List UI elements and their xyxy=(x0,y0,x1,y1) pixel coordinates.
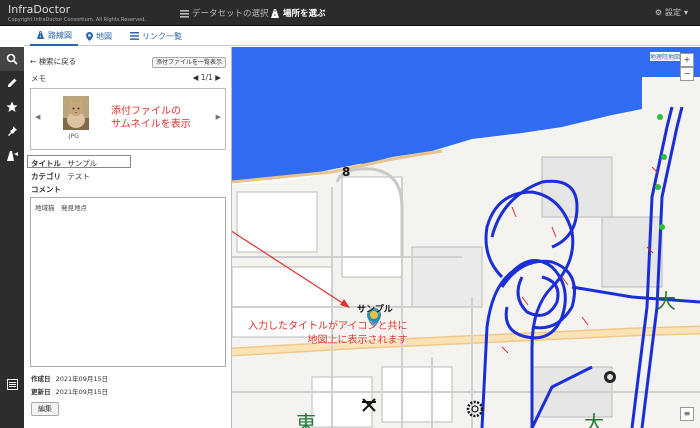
tab-map-label: 地図 xyxy=(96,31,112,41)
updated-value: 2021年09月15日 xyxy=(55,388,109,396)
annotation-map: 入力したタイトルがアイコンと共に 地図上に表示されます xyxy=(248,320,408,348)
back-arrow-icon: ← xyxy=(30,57,37,66)
brand: InfraDoctor Copyright InfraDoctor Consor… xyxy=(8,3,146,23)
created-row: 作成日 2021年09月15日 xyxy=(31,373,108,383)
top-bar: InfraDoctor Copyright InfraDoctor Consor… xyxy=(0,0,700,26)
settings-menu[interactable]: ⚙ 設定 ▾ xyxy=(655,7,688,18)
map-graphics xyxy=(232,47,700,428)
tab-route-map[interactable]: 路線図 xyxy=(30,26,78,46)
side-toolbar xyxy=(0,47,24,428)
detail-panel: ← 検索に戻る 添付ファイルを一覧表示 メモ ◀ 1/1 ▶ ◀ ▶ .JPG … xyxy=(24,47,232,428)
map-kanji-east: 東 xyxy=(296,411,316,428)
annotation-thumbnail-line1: 添付ファイルの xyxy=(111,106,181,117)
map-pin-icon xyxy=(86,31,93,41)
annotation-thumbnail: 添付ファイルの サムネイルを表示 xyxy=(111,105,191,131)
created-value: 2021年09月15日 xyxy=(55,375,109,383)
nav-dataset-label: データセットの選択 xyxy=(192,9,269,19)
annotation-thumbnail-line2: サムネイルを表示 xyxy=(111,119,191,130)
map-kanji-big-2: 大 xyxy=(656,289,676,313)
chevron-right-icon[interactable]: ▶ xyxy=(215,73,221,82)
chevron-left-icon[interactable]: ◀ xyxy=(35,113,40,121)
brand-copyright: Copyright InfraDoctor Consortium. All Ri… xyxy=(8,17,146,23)
memo-label: メモ xyxy=(31,74,46,83)
attachment-thumbnail-box: ◀ ▶ .JPG 添付ファイルの サムネイルを表示 xyxy=(30,88,226,150)
updated-label: 更新日 xyxy=(31,388,51,396)
nav-place[interactable]: 場所を選ぶ xyxy=(270,7,326,19)
attachment-extension: .JPG xyxy=(67,133,79,140)
comment-value: 地域猫 発見地点 xyxy=(35,204,87,212)
list-icon[interactable] xyxy=(0,372,24,396)
title-value: サンプル xyxy=(67,159,98,168)
map-symbol-icon xyxy=(604,371,616,383)
attachment-thumbnail[interactable] xyxy=(63,96,89,130)
map-number-badge: 8 xyxy=(342,165,351,179)
show-attachments-button[interactable]: 添付ファイルを一覧表示 xyxy=(152,57,226,68)
route-icon xyxy=(271,8,279,18)
pager: ◀ 1/1 ▶ xyxy=(193,73,221,82)
comment-box: 地域猫 発見地点 xyxy=(30,197,226,367)
tab-link-list-label: リンク一覧 xyxy=(142,31,182,41)
tab-link-list[interactable]: リンク一覧 xyxy=(124,26,188,46)
map-credit[interactable]: 地理院地図 xyxy=(650,52,681,61)
updated-row: 更新日 2021年09月15日 xyxy=(31,386,108,396)
annotation-map-line1: 入力したタイトルがアイコンと共に xyxy=(248,321,408,332)
zoom-in-button[interactable]: + xyxy=(680,53,694,67)
route-icon[interactable] xyxy=(0,143,24,167)
map-kanji-big: 大 xyxy=(584,411,604,428)
star-icon[interactable] xyxy=(0,95,24,119)
pager-text: 1/1 xyxy=(200,73,213,82)
map-marker-label: サンプル xyxy=(357,305,393,315)
category-label: カテゴリ xyxy=(31,172,61,181)
back-to-search-link[interactable]: ← 検索に戻る xyxy=(30,56,76,67)
tab-map[interactable]: 地図 xyxy=(80,26,118,46)
search-icon[interactable] xyxy=(0,47,24,71)
caret-down-icon: ▾ xyxy=(683,8,688,17)
comment-label: コメント xyxy=(31,185,61,194)
back-label: 検索に戻る xyxy=(38,57,77,66)
layers-button[interactable]: ≡ xyxy=(680,407,694,421)
brand-name: InfraDoctor xyxy=(8,3,71,16)
route-icon xyxy=(36,31,45,39)
created-label: 作成日 xyxy=(31,375,51,383)
chevron-right-icon[interactable]: ▶ xyxy=(216,113,221,121)
tab-bar: 路線図 地図 リンク一覧 xyxy=(24,26,700,46)
map-canvas[interactable]: 東 大 大 8 + − ≡ xyxy=(232,47,700,428)
pencil-icon[interactable] xyxy=(0,71,24,95)
title-label: タイトル xyxy=(31,159,61,168)
list-icon xyxy=(130,32,139,40)
settings-label: 設定 xyxy=(664,8,681,17)
category-row: カテゴリ テスト xyxy=(31,171,90,182)
category-value: テスト xyxy=(67,172,90,181)
pin-icon[interactable] xyxy=(0,119,24,143)
tab-route-map-label: 路線図 xyxy=(48,30,72,40)
chevron-left-icon[interactable]: ◀ xyxy=(193,73,199,82)
zoom-out-button[interactable]: − xyxy=(680,67,694,81)
gear-icon: ⚙ xyxy=(654,8,662,17)
edit-button[interactable]: 編集 xyxy=(31,402,59,416)
annotation-map-line2: 地図上に表示されます xyxy=(307,335,408,346)
title-row: タイトル サンプル xyxy=(31,158,97,169)
comment-row: コメント xyxy=(31,184,65,195)
nav-place-label: 場所を選ぶ xyxy=(283,9,326,19)
list-icon xyxy=(180,9,189,18)
nav-dataset[interactable]: データセットの選択 xyxy=(180,7,269,19)
